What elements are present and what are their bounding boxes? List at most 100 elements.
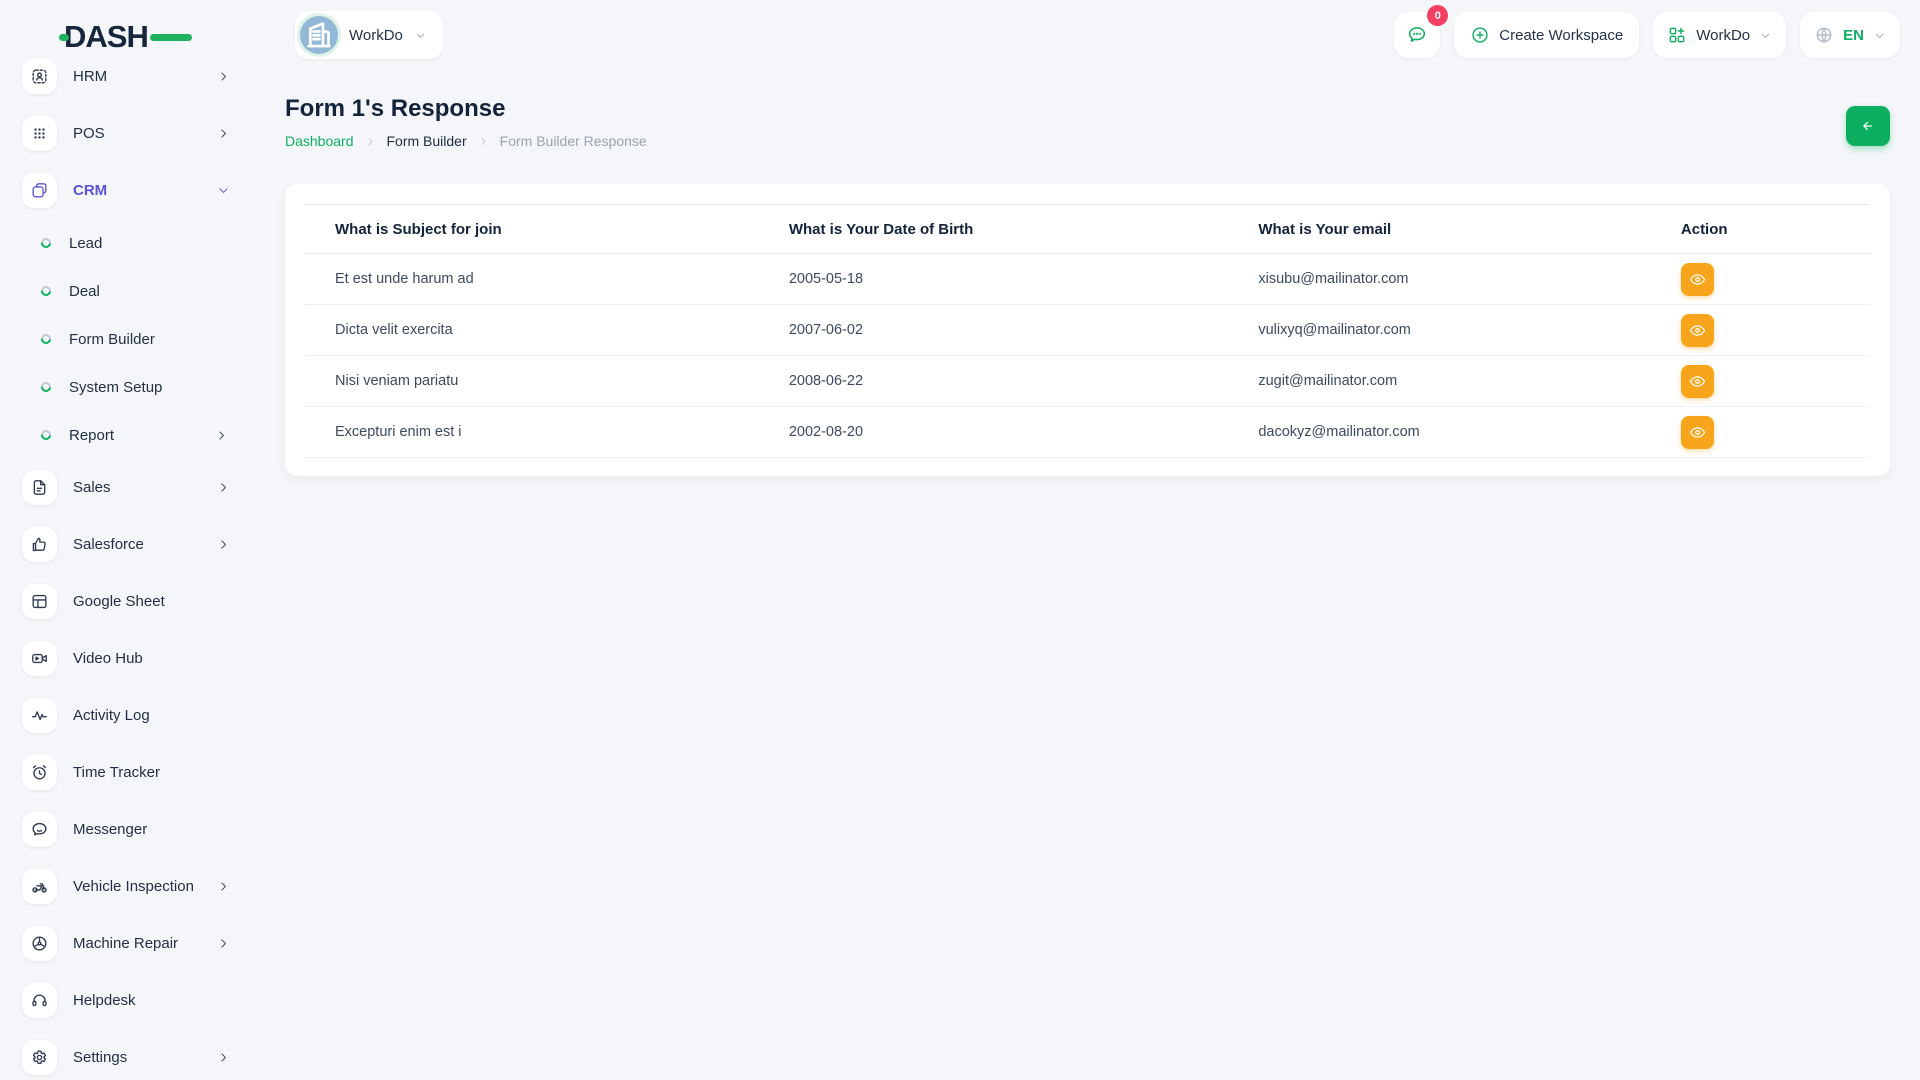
bullet-icon: [39, 380, 53, 394]
sidebar-item-label: Vehicle Inspection: [73, 878, 194, 895]
sidebar-item-label: Video Hub: [73, 650, 143, 667]
eye-icon: [1689, 424, 1706, 441]
view-response-button[interactable]: [1681, 416, 1714, 449]
chevron-down-icon: [217, 184, 230, 197]
sidebar-subitem-label: Deal: [69, 283, 100, 300]
eye-icon: [1689, 322, 1706, 339]
language-dropdown[interactable]: EN: [1800, 12, 1900, 58]
chat-bubble-icon: [22, 812, 57, 847]
topbar: DASH WorkDo 0 Create Workspace WorkDo: [0, 0, 1920, 72]
sidebar-item-label: Helpdesk: [73, 992, 136, 1009]
breadcrumb-form-builder-link[interactable]: Form Builder: [387, 133, 467, 149]
sidebar-item-machine-repair[interactable]: Machine Repair: [0, 915, 258, 972]
sidebar-subitem-form-builder[interactable]: Form Builder: [0, 315, 258, 363]
bullet-icon: [39, 428, 53, 442]
sidebar-item-messenger[interactable]: Messenger: [0, 801, 258, 858]
table-grid-icon: [22, 584, 57, 619]
cell-email: dacokyz@mailinator.com: [1228, 407, 1651, 458]
cell-subject: Et est unde harum ad: [305, 254, 759, 305]
column-header-dob: What is Your Date of Birth: [759, 205, 1229, 254]
breadcrumb-dashboard-link[interactable]: Dashboard: [285, 133, 354, 149]
sidebar-item-label: Sales: [73, 479, 111, 496]
sidebar-item-hrm[interactable]: HRM: [0, 58, 258, 105]
video-camera-icon: [22, 641, 57, 676]
sidebar-subitem-label: Form Builder: [69, 331, 155, 348]
chevron-right-icon: [365, 136, 376, 147]
chevron-right-icon: [217, 127, 230, 140]
column-header-email: What is Your email: [1228, 205, 1651, 254]
sidebar-item-video-hub[interactable]: Video Hub: [0, 630, 258, 687]
sidebar-item-activity-log[interactable]: Activity Log: [0, 687, 258, 744]
cell-dob: 2005-05-18: [759, 254, 1229, 305]
sidebar-item-vehicle-inspection[interactable]: Vehicle Inspection: [0, 858, 258, 915]
view-response-button[interactable]: [1681, 263, 1714, 296]
topbar-actions: 0 Create Workspace WorkDo EN: [1394, 12, 1900, 58]
thumbs-up-icon: [22, 527, 57, 562]
workspace-avatar: [300, 16, 338, 54]
table-row: Nisi veniam pariatu 2008-06-22 zugit@mai…: [305, 356, 1870, 407]
sidebar-item-label: HRM: [73, 68, 107, 85]
view-response-button[interactable]: [1681, 365, 1714, 398]
language-label: EN: [1843, 27, 1864, 44]
sidebar-subitem-deal[interactable]: Deal: [0, 267, 258, 315]
pos-grid-dots-icon: [22, 116, 57, 151]
logo-accent-bar: [150, 34, 192, 41]
cell-subject: Dicta velit exercita: [305, 305, 759, 356]
workspace-switcher[interactable]: WorkDo: [295, 11, 443, 59]
gear-icon: [22, 1040, 57, 1075]
table-row: Et est unde harum ad 2005-05-18 xisubu@m…: [305, 254, 1870, 305]
chevron-right-icon: [215, 429, 228, 442]
sidebar-subitem-system-setup[interactable]: System Setup: [0, 363, 258, 411]
sidebar-item-label: Settings: [73, 1049, 127, 1066]
workdo-dropdown[interactable]: WorkDo: [1653, 12, 1786, 58]
app-logo[interactable]: DASH: [64, 18, 194, 56]
chevron-right-icon: [217, 880, 230, 893]
sidebar-item-crm[interactable]: CRM: [0, 162, 258, 219]
workdo-dropdown-label: WorkDo: [1696, 27, 1750, 44]
sidebar-item-google-sheet[interactable]: Google Sheet: [0, 573, 258, 630]
chevron-right-icon: [478, 136, 489, 147]
sidebar-item-pos[interactable]: POS: [0, 105, 258, 162]
cell-email: xisubu@mailinator.com: [1228, 254, 1651, 305]
create-workspace-button[interactable]: Create Workspace: [1454, 12, 1639, 58]
sidebar-item-settings[interactable]: Settings: [0, 1029, 258, 1080]
sidebar-subitem-label: Report: [69, 427, 114, 444]
logo-text: DASH: [64, 19, 148, 54]
sidebar-item-label: Messenger: [73, 821, 147, 838]
chevron-down-icon: [1873, 29, 1886, 42]
cell-dob: 2008-06-22: [759, 356, 1229, 407]
cell-email: zugit@mailinator.com: [1228, 356, 1651, 407]
cell-dob: 2007-06-02: [759, 305, 1229, 356]
responses-card: What is Subject for join What is Your Da…: [285, 184, 1890, 476]
chevron-right-icon: [217, 481, 230, 494]
activity-pulse-icon: [22, 698, 57, 733]
sidebar-subitem-lead[interactable]: Lead: [0, 219, 258, 267]
chevron-down-icon: [414, 29, 427, 42]
sales-file-icon: [22, 470, 57, 505]
breadcrumb-current: Form Builder Response: [500, 133, 647, 149]
chevron-right-icon: [217, 1051, 230, 1064]
sidebar-item-helpdesk[interactable]: Helpdesk: [0, 972, 258, 1029]
sidebar-item-sales[interactable]: Sales: [0, 459, 258, 516]
page-title: Form 1's Response: [285, 95, 505, 123]
motorbike-icon: [22, 869, 57, 904]
sidebar-item-label: Salesforce: [73, 536, 144, 553]
chevron-right-icon: [217, 538, 230, 551]
sidebar-subitem-report[interactable]: Report: [0, 411, 258, 459]
messages-button[interactable]: 0: [1394, 12, 1440, 58]
eye-icon: [1689, 373, 1706, 390]
cell-dob: 2002-08-20: [759, 407, 1229, 458]
view-response-button[interactable]: [1681, 314, 1714, 347]
sidebar-item-salesforce[interactable]: Salesforce: [0, 516, 258, 573]
cell-subject: Excepturi enim est i: [305, 407, 759, 458]
chat-icon: [1406, 24, 1428, 46]
building-icon: [300, 16, 338, 54]
back-button[interactable]: [1846, 106, 1890, 146]
eye-icon: [1689, 271, 1706, 288]
logo-accent-dot: [59, 34, 69, 41]
sidebar-item-time-tracker[interactable]: Time Tracker: [0, 744, 258, 801]
sidebar-item-label: Activity Log: [73, 707, 150, 724]
bullet-icon: [39, 284, 53, 298]
bullet-icon: [39, 332, 53, 346]
messages-badge: 0: [1427, 5, 1448, 26]
